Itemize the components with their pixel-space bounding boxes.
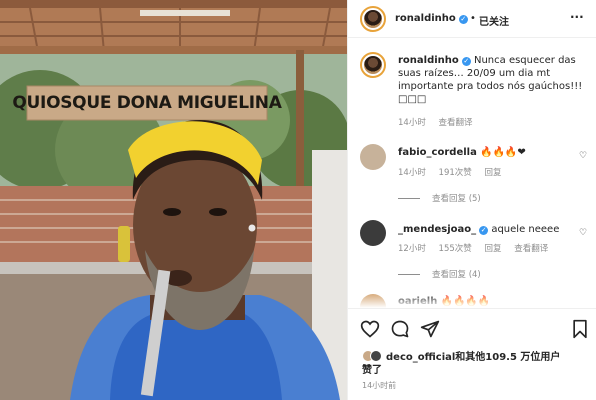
comment-meta: 12小时 155次赞 回复 查看翻译 <box>398 242 558 254</box>
photo-scene <box>0 0 347 400</box>
caption: ronaldinho ✓ Nunca esquecer das suas raíz… <box>398 54 588 106</box>
comment-text: aquele neeee <box>491 224 560 235</box>
author-username-text[interactable]: ronaldinho <box>395 13 456 24</box>
separator-dot: • <box>470 13 476 24</box>
comment-likes[interactable]: 191次赞 <box>439 168 472 178</box>
comment-like-heart-icon[interactable]: ♡ <box>579 151 587 161</box>
following-button[interactable]: 已关注 <box>479 13 509 28</box>
view-replies-link[interactable]: 查看回复 (4) <box>398 268 481 280</box>
verified-icon: ✓ <box>458 15 468 24</box>
comment-text: 🔥🔥🔥❤ <box>480 147 526 158</box>
comment-translate-link[interactable]: 查看翻译 <box>514 244 548 254</box>
author-username-header[interactable]: ronaldinho ✓ <box>395 13 468 24</box>
heart-icon[interactable] <box>360 319 380 339</box>
view-replies-link[interactable]: 查看回复 (5) <box>398 192 481 204</box>
comment-icon[interactable] <box>390 319 410 339</box>
author-avatar[interactable] <box>360 6 386 32</box>
caption-avatar[interactable] <box>360 52 386 78</box>
caption-meta: 14小时 查看翻译 <box>398 116 483 128</box>
comment-time: 14小时 <box>398 168 426 178</box>
comment-likes[interactable]: 155次赞 <box>439 244 472 254</box>
post-time-ago[interactable]: 14小时前 <box>362 380 396 391</box>
scroll-fade <box>348 292 596 308</box>
comment-reply-link[interactable]: 回复 <box>484 244 501 254</box>
comment-time: 12小时 <box>398 244 426 254</box>
verified-icon: ✓ <box>461 57 471 66</box>
post-photo[interactable]: QUIOSQUE DONA MIGUELINA <box>0 0 347 400</box>
comment-avatar[interactable] <box>360 144 386 170</box>
comment-line: _mendesjoao_ ✓ aquele neeee <box>398 224 559 235</box>
likes-text: deco_official和其他109.5 万位用户 <box>386 352 561 363</box>
liker-avatar <box>370 350 382 362</box>
bookmark-icon[interactable] <box>570 319 590 339</box>
comment-meta: 14小时 191次赞 回复 <box>398 166 511 178</box>
comment-line: fabio_cordella 🔥🔥🔥❤ <box>398 147 526 158</box>
caption-username[interactable]: ronaldinho <box>398 55 459 66</box>
likes-summary[interactable]: deco_official和其他109.5 万位用户 赞了 <box>362 350 560 377</box>
comment-avatar[interactable] <box>360 220 386 246</box>
post-side-panel: ronaldinho ✓ • 已关注 ··· ronaldinho ✓ Nunca … <box>347 0 596 400</box>
likes-text-cont: 赞了 <box>362 365 382 376</box>
comment-like-heart-icon[interactable]: ♡ <box>579 228 587 238</box>
share-icon[interactable] <box>420 319 440 339</box>
more-icon[interactable]: ··· <box>570 10 584 24</box>
comment-reply-link[interactable]: 回复 <box>484 168 501 178</box>
caption-time: 14小时 <box>398 118 426 128</box>
comment-username[interactable]: fabio_cordella <box>398 147 477 158</box>
verified-icon: ✓ <box>479 226 489 235</box>
sign-text: QUIOSQUE DONA MIGUELINA <box>12 93 282 113</box>
caption-translate-link[interactable]: 查看翻译 <box>439 118 473 128</box>
post-header: ronaldinho ✓ • 已关注 ··· <box>348 0 596 38</box>
comment-username[interactable]: _mendesjoao_ <box>398 224 476 235</box>
